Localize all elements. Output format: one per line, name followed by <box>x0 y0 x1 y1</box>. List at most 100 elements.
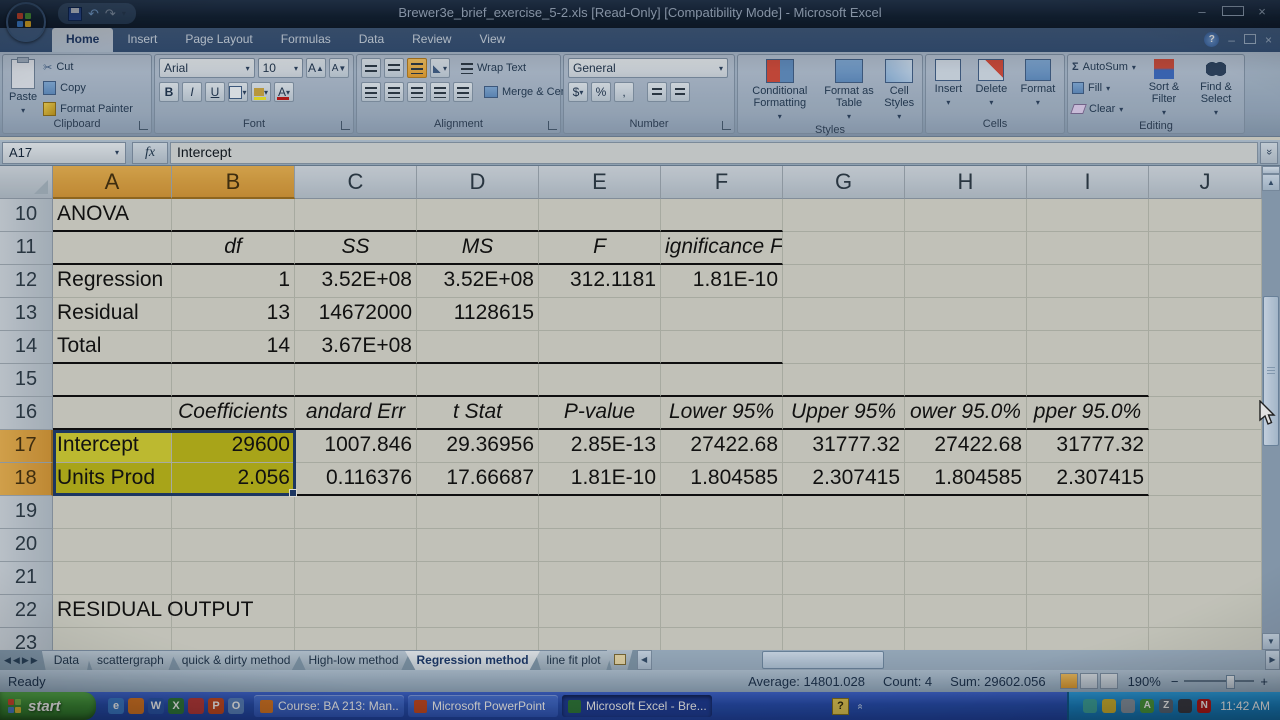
align-right-button[interactable] <box>407 82 427 102</box>
cell-E12[interactable]: 312.1181 <box>539 265 661 298</box>
cell-F18[interactable]: 1.804585 <box>661 463 783 496</box>
cell-G16[interactable]: Upper 95% <box>783 397 905 430</box>
cell-I23[interactable] <box>1027 628 1149 650</box>
cell-F16[interactable]: Lower 95% <box>661 397 783 430</box>
cell-A15[interactable] <box>53 364 172 397</box>
cell-G21[interactable] <box>783 562 905 595</box>
cell-D10[interactable] <box>417 199 539 232</box>
cell-H18[interactable]: 1.804585 <box>905 463 1027 496</box>
cell-J15[interactable] <box>1149 364 1262 397</box>
cell-G17[interactable]: 31777.32 <box>783 430 905 463</box>
cell-D14[interactable] <box>417 331 539 364</box>
cell-I12[interactable] <box>1027 265 1149 298</box>
delete-cells-button[interactable]: Delete▾ <box>973 58 1009 118</box>
row-header-14[interactable]: 14 <box>0 331 53 364</box>
cell-F13[interactable] <box>661 298 783 331</box>
cell-C21[interactable] <box>295 562 417 595</box>
align-left-button[interactable] <box>361 82 381 102</box>
cell-G11[interactable] <box>783 232 905 265</box>
column-header-B[interactable]: B <box>172 166 295 199</box>
row-header-11[interactable]: 11 <box>0 232 53 265</box>
column-header-F[interactable]: F <box>661 166 783 199</box>
cell-F11[interactable]: ignificance F <box>661 232 783 265</box>
cell-D18[interactable]: 17.66687 <box>417 463 539 496</box>
cell-C16[interactable]: andard Err <box>295 397 417 430</box>
cell-C20[interactable] <box>295 529 417 562</box>
cell-C15[interactable] <box>295 364 417 397</box>
cell-E16[interactable]: P-value <box>539 397 661 430</box>
cell-I22[interactable] <box>1027 595 1149 628</box>
cell-A23[interactable] <box>53 628 172 650</box>
cell-E18[interactable]: 1.81E-10 <box>539 463 661 496</box>
cell-I13[interactable] <box>1027 298 1149 331</box>
column-header-H[interactable]: H <box>905 166 1027 199</box>
next-sheet-button[interactable]: ▶ <box>22 655 29 666</box>
bottom-align-button[interactable] <box>407 58 427 78</box>
cell-J12[interactable] <box>1149 265 1262 298</box>
cell-E22[interactable] <box>539 595 661 628</box>
tray-zone-icon[interactable]: Z <box>1159 699 1173 713</box>
cell-D11[interactable]: MS <box>417 232 539 265</box>
start-button[interactable]: start <box>0 692 96 720</box>
row-header-15[interactable]: 15 <box>0 364 53 397</box>
align-center-button[interactable] <box>384 82 404 102</box>
cell-G23[interactable] <box>783 628 905 650</box>
underline-button[interactable]: U <box>205 82 225 102</box>
cell-A11[interactable] <box>53 232 172 265</box>
cell-H22[interactable] <box>905 595 1027 628</box>
cell-F17[interactable]: 27422.68 <box>661 430 783 463</box>
tray-agent-icon[interactable]: A <box>1140 699 1154 713</box>
cell-D20[interactable] <box>417 529 539 562</box>
conditional-formatting-button[interactable]: Conditional Formatting▾ <box>742 58 818 124</box>
middle-align-button[interactable] <box>384 58 404 78</box>
cell-C19[interactable] <box>295 496 417 529</box>
cell-H19[interactable] <box>905 496 1027 529</box>
clear-button[interactable]: Clear▾ <box>1072 100 1136 118</box>
decrease-indent-button[interactable] <box>430 82 450 102</box>
cell-E11[interactable]: F <box>539 232 661 265</box>
row-header-20[interactable]: 20 <box>0 529 53 562</box>
cell-C18[interactable]: 0.116376 <box>295 463 417 496</box>
cell-F19[interactable] <box>661 496 783 529</box>
row-header-10[interactable]: 10 <box>0 199 53 232</box>
cut-button[interactable]: ✂ Cut <box>43 58 133 76</box>
tab-formulas[interactable]: Formulas <box>267 28 345 52</box>
find-select-button[interactable]: Find & Select▾ <box>1192 58 1240 120</box>
window-minimize-button[interactable]: – <box>1228 33 1235 47</box>
first-sheet-button[interactable]: ◀ <box>4 655 11 666</box>
tab-home[interactable]: Home <box>52 28 113 52</box>
cell-E13[interactable] <box>539 298 661 331</box>
quicklaunch-word-icon[interactable]: W <box>148 698 164 714</box>
cell-F21[interactable] <box>661 562 783 595</box>
cell-I19[interactable] <box>1027 496 1149 529</box>
horizontal-scrollbar-thumb[interactable] <box>762 651 884 669</box>
cell-D15[interactable] <box>417 364 539 397</box>
accounting-format-button[interactable]: $▾ <box>568 82 588 102</box>
increase-indent-button[interactable] <box>453 82 473 102</box>
cell-J11[interactable] <box>1149 232 1262 265</box>
cell-J13[interactable] <box>1149 298 1262 331</box>
cell-J21[interactable] <box>1149 562 1262 595</box>
cell-H11[interactable] <box>905 232 1027 265</box>
cell-D21[interactable] <box>417 562 539 595</box>
column-header-J[interactable]: J <box>1149 166 1262 199</box>
window-close-button[interactable]: × <box>1265 33 1272 47</box>
cell-C10[interactable] <box>295 199 417 232</box>
scroll-up-button[interactable]: ▲ <box>1262 174 1280 191</box>
horizontal-scrollbar[interactable] <box>652 650 1265 670</box>
scroll-right-button[interactable]: ▶ <box>1265 650 1280 670</box>
expand-formula-bar-button[interactable]: » <box>1260 142 1278 164</box>
increase-decimal-button[interactable] <box>647 82 667 102</box>
format-cells-button[interactable]: Format▾ <box>1019 58 1058 118</box>
sheet-tab-regression-method[interactable]: Regression method <box>405 650 541 670</box>
grow-font-button[interactable]: A▲ <box>306 58 326 78</box>
name-box[interactable]: A17 ▾ <box>2 142 126 164</box>
cell-G10[interactable] <box>783 199 905 232</box>
sheet-tab-high-low-method[interactable]: High-low method <box>296 650 410 670</box>
cell-G14[interactable] <box>783 331 905 364</box>
tray-search-icon[interactable] <box>1121 699 1135 713</box>
number-dialog-launcher-icon[interactable] <box>722 121 731 130</box>
row-header-16[interactable]: 16 <box>0 397 53 430</box>
cell-B19[interactable] <box>172 496 295 529</box>
cell-A10[interactable]: ANOVA <box>53 199 172 232</box>
